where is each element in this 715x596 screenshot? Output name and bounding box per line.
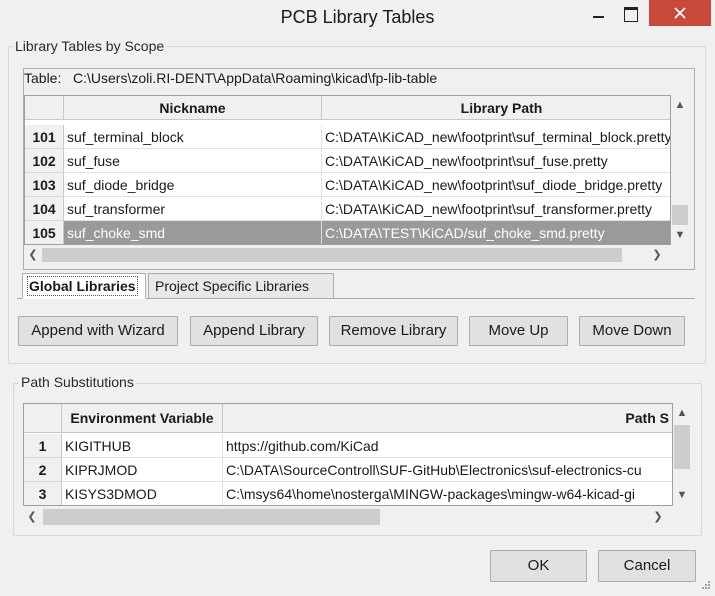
row-header[interactable]: 102 [25, 149, 64, 173]
cell-env-name[interactable]: KIPRJMOD [62, 458, 223, 482]
row-header[interactable]: 104 [25, 197, 64, 221]
move-down-button[interactable]: Move Down [579, 316, 685, 346]
table-path-value: C:\Users\zoli.RI-DENT\AppData\Roaming\ki… [73, 70, 438, 86]
row-header[interactable]: 103 [25, 173, 64, 197]
row-header[interactable]: 3 [24, 482, 62, 505]
close-icon [674, 7, 686, 19]
close-button[interactable] [649, 0, 711, 26]
row-header[interactable]: 1 [24, 434, 62, 458]
cell-nickname-selected[interactable]: suf_choke_smd [64, 221, 322, 244]
cell-env-path[interactable]: C:\msys64\home\nosterga\MINGW-packages\m… [223, 482, 672, 505]
scroll-thumb[interactable] [43, 509, 380, 525]
scroll-thumb[interactable] [674, 425, 690, 469]
tab-label: Project Specific Libraries [155, 278, 310, 294]
env-var-table: Environment Variable Path S 1 KIGITHUB h… [23, 403, 673, 506]
cell-env-name[interactable]: KIGITHUB [62, 434, 223, 458]
cell-env-path[interactable]: https://github.com/KiCad [223, 434, 672, 458]
scroll-thumb[interactable] [42, 248, 622, 262]
scroll-up-arrow-icon[interactable]: ▲ [674, 405, 690, 421]
env-vertical-scrollbar[interactable]: ▲ ▼ [673, 403, 691, 506]
cell-library-path[interactable]: C:\DATA\KiCAD_new\footprint\suf_fuse.pre… [322, 149, 670, 173]
ok-button[interactable]: OK [490, 550, 587, 582]
scroll-down-arrow-icon[interactable]: ▼ [674, 487, 690, 503]
cell-env-path[interactable]: C:\DATA\SourceControll\SUF-GitHub\Electr… [223, 458, 672, 482]
cell-library-path-selected[interactable]: C:\DATA\TEST\KiCAD/suf_choke_smd.pretty [322, 221, 670, 244]
corner-header [25, 96, 64, 120]
library-vertical-scrollbar[interactable]: ▲ ▼ [671, 95, 689, 245]
scroll-left-arrow-icon[interactable]: ❮ [25, 509, 39, 525]
cancel-button[interactable]: Cancel [598, 550, 696, 582]
scroll-right-arrow-icon[interactable]: ❯ [651, 509, 665, 525]
append-library-button[interactable]: Append Library [190, 316, 318, 346]
column-header-path-substitution[interactable]: Path S [223, 404, 672, 433]
row-header[interactable]: 105 [25, 221, 64, 244]
row-header[interactable]: 2 [24, 458, 62, 482]
cell-env-name[interactable]: KISYS3DMOD [62, 482, 223, 505]
cell-nickname[interactable]: suf_terminal_block [64, 125, 322, 149]
column-header-nickname[interactable]: Nickname [64, 96, 322, 120]
resize-grip-icon[interactable] [699, 580, 711, 592]
cell-nickname[interactable]: suf_transformer [64, 197, 322, 221]
column-header-library-path[interactable]: Library Path [322, 96, 670, 120]
env-horizontal-scrollbar[interactable]: ❮ ❯ [23, 506, 673, 528]
column-header-environment-variable[interactable]: Environment Variable [62, 404, 223, 433]
tab-project-specific-libraries[interactable]: Project Specific Libraries [148, 273, 334, 299]
remove-library-button[interactable]: Remove Library [329, 316, 458, 346]
cell-library-path[interactable]: C:\DATA\KiCAD_new\footprint\suf_diode_br… [322, 173, 670, 197]
append-with-wizard-button[interactable]: Append with Wizard [18, 316, 178, 346]
library-table: Nickname Library Path 101 suf_terminal_b… [24, 95, 671, 245]
minimize-button[interactable] [582, 0, 614, 26]
scroll-left-arrow-icon[interactable]: ❮ [26, 247, 40, 263]
tab-label: Global Libraries [27, 276, 138, 296]
path-substitutions-label: Path Substitutions [19, 374, 136, 390]
corner-header [24, 404, 62, 433]
scroll-thumb[interactable] [672, 205, 688, 225]
cell-nickname[interactable]: suf_diode_bridge [64, 173, 322, 197]
cell-library-path[interactable]: C:\DATA\KiCAD_new\footprint\suf_terminal… [322, 125, 670, 149]
library-horizontal-scrollbar[interactable]: ❮ ❯ [24, 245, 671, 265]
move-up-button[interactable]: Move Up [469, 316, 568, 346]
table-path-label: Table: [24, 70, 62, 86]
scope-group-label: Library Tables by Scope [13, 38, 167, 54]
row-header[interactable]: 101 [25, 125, 64, 149]
scroll-right-arrow-icon[interactable]: ❯ [650, 247, 664, 263]
cell-nickname[interactable]: suf_fuse [64, 149, 322, 173]
cell-library-path[interactable]: C:\DATA\KiCAD_new\footprint\suf_transfor… [322, 197, 670, 221]
scroll-down-arrow-icon[interactable]: ▼ [672, 227, 688, 243]
maximize-button[interactable] [614, 0, 646, 26]
scroll-up-arrow-icon[interactable]: ▲ [672, 97, 688, 113]
tab-global-libraries[interactable]: Global Libraries [22, 273, 146, 299]
